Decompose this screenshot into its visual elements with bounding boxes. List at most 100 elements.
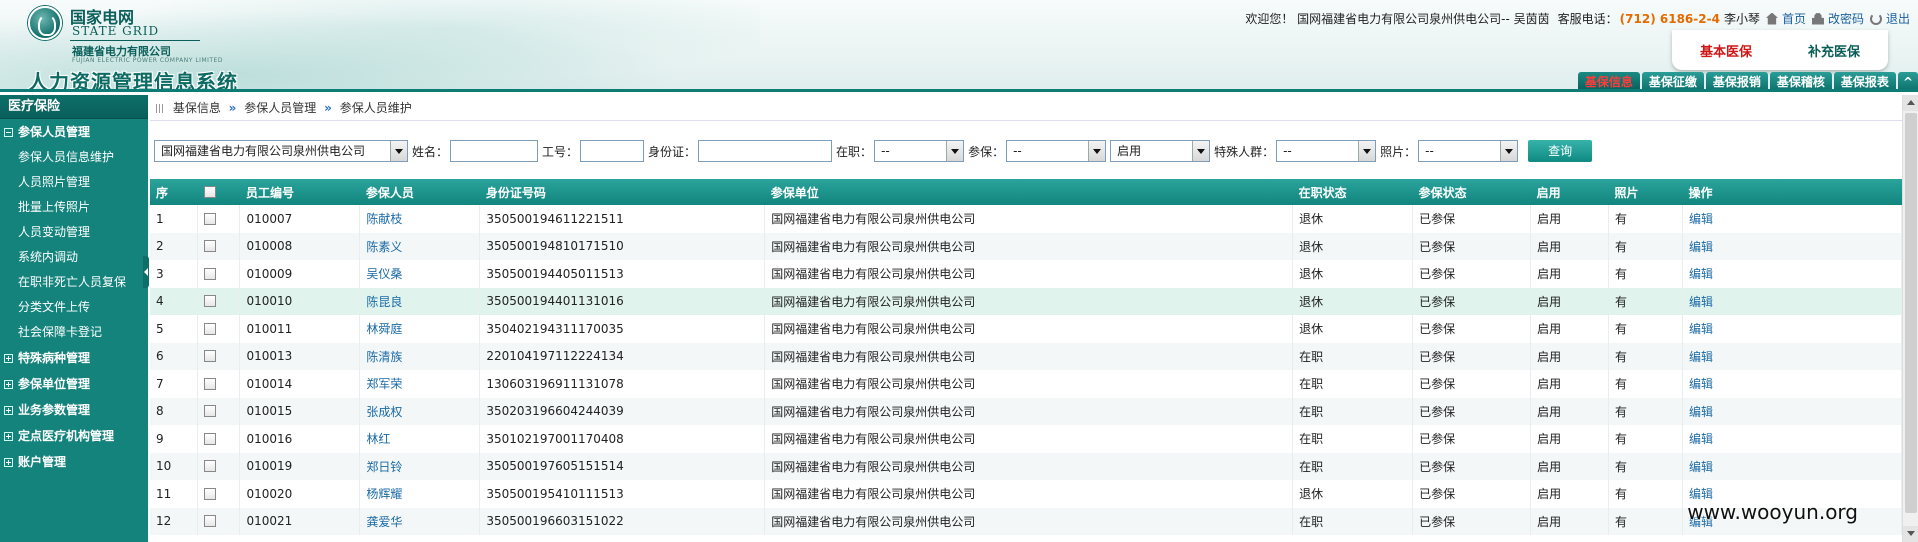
row-checkbox[interactable] xyxy=(204,487,217,500)
sidebar-item-batch-upload[interactable]: 批量上传照片 xyxy=(0,195,148,220)
cell-insured-person[interactable]: 龚爱华 xyxy=(359,507,481,535)
brand-subsidiary-en: FUJIAN ELECTRIC POWER COMPANY LIMITED xyxy=(72,57,223,64)
table-row[interactable]: 5 010011 林舜庭 350402194311170035 国网福建省电力有限公司泉… xyxy=(150,315,1902,343)
row-checkbox[interactable] xyxy=(204,377,217,390)
change-password-link[interactable]: 改密码 xyxy=(1828,10,1864,27)
table-row[interactable]: 12 010021 龚爱华 350500196603151022 国网福建省电力有限公司… xyxy=(150,507,1902,535)
query-button[interactable]: 查询 xyxy=(1528,140,1593,162)
edit-link[interactable]: 编辑 xyxy=(1682,205,1902,233)
edit-link[interactable]: 编辑 xyxy=(1682,260,1902,288)
table-row[interactable]: 1 010007 陈献枝 350500194611221511 国网福建省电力有限公司泉… xyxy=(150,205,1902,233)
row-checkbox[interactable] xyxy=(204,405,217,418)
row-checkbox[interactable] xyxy=(204,460,217,473)
nav-reimbursement[interactable]: 基保报销 xyxy=(1705,72,1768,89)
sidebar-group-medical-institutions[interactable]: 定点医疗机构管理 xyxy=(0,423,148,449)
vertical-scrollbar[interactable] xyxy=(1902,95,1918,542)
sidebar-item-photo-management[interactable]: 人员照片管理 xyxy=(0,170,148,195)
edit-link[interactable]: 编辑 xyxy=(1682,370,1902,398)
row-checkbox[interactable] xyxy=(204,432,217,445)
cell-enabled: 启用 xyxy=(1530,205,1610,233)
on-job-select[interactable]: -- xyxy=(874,140,965,162)
home-link[interactable]: 首页 xyxy=(1782,10,1806,27)
id-card-input[interactable] xyxy=(698,140,833,162)
sidebar-item-internal-transfer[interactable]: 系统内调动 xyxy=(0,245,148,270)
scroll-down-icon[interactable] xyxy=(1903,526,1918,542)
select-all-checkbox[interactable] xyxy=(203,186,216,198)
supplement-insurance-tab[interactable]: 补充医保 xyxy=(1808,41,1860,60)
lock-icon[interactable] xyxy=(1811,13,1824,25)
cell-insured-person[interactable]: 陈素义 xyxy=(359,232,481,260)
cell-insured-person[interactable]: 郑日铃 xyxy=(359,452,481,480)
table-row[interactable]: 9 010016 林红 350102197001170408 国网福建省电力有限公司泉州… xyxy=(150,425,1902,453)
breadcrumb-item[interactable]: 参保人员管理 xyxy=(244,101,316,115)
row-checkbox[interactable] xyxy=(204,212,217,225)
cell-insured-person[interactable]: 林舜庭 xyxy=(359,315,481,343)
cell-insured-person[interactable]: 陈清族 xyxy=(359,342,481,370)
sidebar-item-reinsure[interactable]: 在职非死亡人员复保 xyxy=(0,270,148,295)
table-row[interactable]: 8 010015 张成权 350203196604244039 国网福建省电力有限公司泉… xyxy=(150,397,1902,425)
power-icon[interactable] xyxy=(1869,12,1882,25)
cell-checkbox xyxy=(197,342,241,370)
cell-insured-person[interactable]: 陈昆良 xyxy=(359,287,481,315)
sidebar-group-accounts[interactable]: 账户管理 xyxy=(0,449,148,475)
enabled-select[interactable]: 启用 xyxy=(1110,140,1211,162)
unit-select[interactable]: 国网福建省电力有限公司泉州供电公司 xyxy=(154,140,408,162)
row-checkbox[interactable] xyxy=(204,322,217,335)
cell-job-status: 在职 xyxy=(1292,425,1414,453)
nav-audit[interactable]: 基保稽核 xyxy=(1769,72,1832,89)
photo-select[interactable]: -- xyxy=(1418,140,1519,162)
home-icon[interactable] xyxy=(1765,12,1778,25)
edit-link[interactable]: 编辑 xyxy=(1682,287,1902,315)
table-row[interactable]: 7 010014 郑军荣 130603196911131078 国网福建省电力有限公司泉… xyxy=(150,370,1902,398)
table-row[interactable]: 11 010020 杨辉耀 350500195410111513 国网福建省电力有限公司… xyxy=(150,480,1902,508)
sidebar-item-staff-changes[interactable]: 人员变动管理 xyxy=(0,220,148,245)
cell-insured-person[interactable]: 林红 xyxy=(359,425,481,453)
nav-collection[interactable]: 基保征缴 xyxy=(1641,72,1704,89)
logout-link[interactable]: 退出 xyxy=(1886,10,1910,27)
table-row[interactable]: 2 010008 陈素义 350500194810171510 国网福建省电力有限公司泉… xyxy=(150,232,1902,260)
breadcrumb-item[interactable]: 基保信息 xyxy=(173,101,221,115)
sidebar-item-social-card[interactable]: 社会保障卡登记 xyxy=(0,320,148,345)
row-checkbox[interactable] xyxy=(204,295,217,308)
table-row[interactable]: 10 010019 郑日铃 350500197605151514 国网福建省电力有限公司… xyxy=(150,452,1902,480)
cell-insured-person[interactable]: 张成权 xyxy=(359,397,481,425)
row-checkbox[interactable] xyxy=(204,267,217,280)
special-group-select[interactable]: -- xyxy=(1276,140,1377,162)
cell-insured-person[interactable]: 杨辉耀 xyxy=(359,480,481,508)
employee-id-input[interactable] xyxy=(580,140,645,162)
scroll-thumb[interactable] xyxy=(1905,113,1917,513)
sidebar-group-parameters[interactable]: 业务参数管理 xyxy=(0,397,148,423)
edit-link[interactable]: 编辑 xyxy=(1682,342,1902,370)
edit-link[interactable]: 编辑 xyxy=(1682,425,1902,453)
edit-link[interactable]: 编辑 xyxy=(1682,452,1902,480)
cell-id-card: 350500194405011513 xyxy=(479,260,766,288)
sidebar-group-special-disease[interactable]: 特殊病种管理 xyxy=(0,345,148,371)
basic-insurance-tab[interactable]: 基本医保 xyxy=(1700,41,1752,60)
sidebar-group-insured-people[interactable]: 参保人员管理 xyxy=(0,119,148,145)
cell-id-card: 350500195410111513 xyxy=(479,480,766,508)
cell-insured-status: 已参保 xyxy=(1412,480,1532,508)
cell-insured-person[interactable]: 吴仪桑 xyxy=(359,260,481,288)
nav-collapse-button[interactable]: ^ xyxy=(1897,72,1918,89)
insured-select[interactable]: -- xyxy=(1006,140,1107,162)
edit-link[interactable]: 编辑 xyxy=(1682,232,1902,260)
nav-basic-info[interactable]: 基保信息 xyxy=(1577,72,1640,89)
table-row[interactable]: 4 010010 陈昆良 350500194401131016 国网福建省电力有限公司泉… xyxy=(150,287,1902,315)
scroll-up-icon[interactable] xyxy=(1903,95,1918,111)
sidebar-collapse-handle[interactable] xyxy=(143,256,149,288)
edit-link[interactable]: 编辑 xyxy=(1682,397,1902,425)
sidebar-item-insured-info[interactable]: 参保人员信息维护 xyxy=(0,145,148,170)
cell-insured-person[interactable]: 陈献枝 xyxy=(359,205,481,233)
cell-employee-id: 010021 xyxy=(239,507,361,535)
table-row[interactable]: 3 010009 吴仪桑 350500194405011513 国网福建省电力有限公司泉… xyxy=(150,260,1902,288)
table-row[interactable]: 6 010013 陈清族 220104197112224134 国网福建省电力有限公司泉… xyxy=(150,342,1902,370)
nav-reports[interactable]: 基保报表 xyxy=(1833,72,1896,89)
row-checkbox[interactable] xyxy=(204,240,217,253)
row-checkbox[interactable] xyxy=(204,515,217,528)
name-input[interactable] xyxy=(450,140,539,162)
sidebar-group-insured-units[interactable]: 参保单位管理 xyxy=(0,371,148,397)
sidebar-item-file-upload[interactable]: 分类文件上传 xyxy=(0,295,148,320)
edit-link[interactable]: 编辑 xyxy=(1682,315,1902,343)
row-checkbox[interactable] xyxy=(204,350,217,363)
cell-insured-person[interactable]: 郑军荣 xyxy=(359,370,481,398)
